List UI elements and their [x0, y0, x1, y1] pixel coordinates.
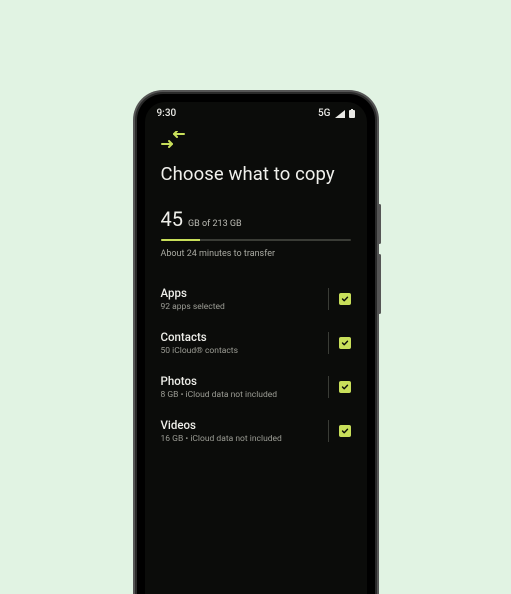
usage-amount: 45 — [161, 207, 183, 231]
item-text: Photos 8 GB • iCloud data not included — [161, 374, 278, 400]
phone-side-button — [378, 204, 381, 244]
progress-bar — [161, 239, 351, 241]
item-right — [328, 376, 351, 398]
item-divider — [328, 332, 329, 354]
progress-fill — [161, 239, 201, 241]
usage-row: 45 GB of 213 GB — [161, 207, 351, 231]
transfer-arrows-icon — [161, 131, 351, 149]
item-text: Contacts 50 iCloud® contacts — [161, 330, 238, 356]
signal-icon — [335, 110, 345, 118]
list-item[interactable]: Photos 8 GB • iCloud data not included — [161, 365, 351, 409]
item-subtitle: 92 apps selected — [161, 302, 225, 312]
checkbox[interactable] — [339, 425, 351, 437]
screen: 9:30 5G — [145, 102, 367, 594]
list-item[interactable]: Apps 92 apps selected — [161, 277, 351, 321]
check-icon — [341, 295, 349, 303]
item-text: Videos 16 GB • iCloud data not included — [161, 418, 282, 444]
item-divider — [328, 376, 329, 398]
checkbox[interactable] — [339, 293, 351, 305]
item-title: Contacts — [161, 330, 238, 344]
item-right — [328, 420, 351, 442]
item-subtitle: 16 GB • iCloud data not included — [161, 434, 282, 444]
status-bar: 9:30 5G — [145, 102, 367, 121]
item-title: Photos — [161, 374, 278, 388]
status-right: 5G — [318, 108, 355, 119]
phone-frame: 9:30 5G — [137, 94, 375, 594]
list-item[interactable]: Contacts 50 iCloud® contacts — [161, 321, 351, 365]
item-text: Apps 92 apps selected — [161, 286, 225, 312]
item-divider — [328, 288, 329, 310]
check-icon — [341, 383, 349, 391]
item-subtitle: 50 iCloud® contacts — [161, 346, 238, 356]
usage-total: GB of 213 GB — [188, 219, 242, 229]
status-time: 9:30 — [157, 108, 177, 119]
battery-icon — [349, 109, 355, 118]
item-title: Videos — [161, 418, 282, 432]
list-item[interactable]: Videos 16 GB • iCloud data not included — [161, 409, 351, 453]
check-icon — [341, 427, 349, 435]
item-subtitle: 8 GB • iCloud data not included — [161, 390, 278, 400]
item-divider — [328, 420, 329, 442]
item-title: Apps — [161, 286, 225, 300]
eta-text: About 24 minutes to transfer — [161, 249, 351, 259]
status-network: 5G — [318, 108, 331, 119]
item-right — [328, 332, 351, 354]
phone-side-button — [378, 254, 381, 314]
check-icon — [341, 339, 349, 347]
page-title: Choose what to copy — [161, 163, 351, 185]
content: Choose what to copy 45 GB of 213 GB Abou… — [145, 121, 367, 453]
checkbox[interactable] — [339, 381, 351, 393]
item-right — [328, 288, 351, 310]
checkbox[interactable] — [339, 337, 351, 349]
